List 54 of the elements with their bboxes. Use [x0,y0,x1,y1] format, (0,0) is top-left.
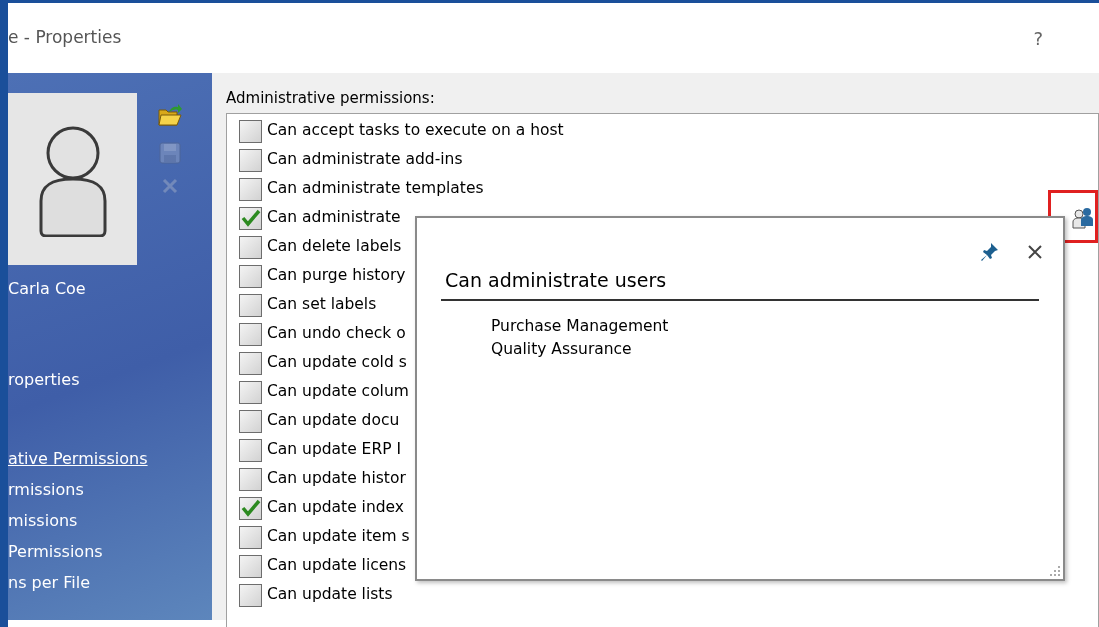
help-button[interactable]: ? [1033,24,1043,52]
permission-label: Can administrate add-ins [267,149,463,171]
checkbox[interactable] [239,554,262,578]
permission-label: Can update ERP I [267,439,402,461]
user-name: Carla Coe [8,278,86,300]
folder-icon[interactable] [157,103,183,129]
checkbox[interactable] [239,351,262,375]
permission-label: Can update colum [267,381,409,403]
permission-label: Can update lists [267,584,393,606]
pin-icon[interactable] [979,242,999,262]
checkbox[interactable] [239,525,262,549]
checkbox[interactable] [239,293,262,317]
permission-label: Can purge history [267,265,406,287]
permission-label: Can update histor [267,468,406,490]
checkbox[interactable] [239,409,262,433]
checkbox[interactable] [239,380,262,404]
sidebar-link[interactable]: roperties [8,370,80,389]
permission-label: Can set labels [267,294,377,316]
permission-label: Can update item s [267,526,410,548]
checkbox[interactable] [239,206,262,230]
checkbox[interactable] [239,322,262,346]
permission-label: Can update licens [267,555,407,577]
check-icon [240,209,261,227]
checkbox[interactable] [239,583,262,607]
permissions-label: Administrative permissions: [226,88,435,109]
permission-label: Can administrate [267,207,401,229]
window-title: e - Properties [8,26,122,50]
checkbox[interactable] [239,496,262,520]
permission-label: Can undo check o [267,323,406,345]
checkbox[interactable] [239,177,262,201]
users-icon[interactable] [1071,206,1095,230]
resize-grip-icon[interactable] [1049,565,1061,577]
close-icon[interactable] [1027,244,1043,260]
permission-label: Can accept tasks to execute on a host [267,120,564,142]
check-icon [240,499,261,517]
popup-title: Can administrate users [445,268,667,293]
group-name: Quality Assurance [491,338,632,360]
checkbox[interactable] [239,438,262,462]
sidebar-link[interactable]: ns per File [8,573,90,592]
sidebar-link[interactable]: Permissions [8,542,103,561]
group-name: Purchase Management [491,315,669,337]
permission-label: Can administrate templates [267,178,484,200]
permission-label: Can delete labels [267,236,402,258]
checkbox[interactable] [239,467,262,491]
checkbox[interactable] [239,119,262,143]
sidebar-link[interactable]: ative Permissions [8,449,148,468]
permission-label: Can update cold s [267,352,407,374]
checkbox[interactable] [239,264,262,288]
permission-label: Can update docu [267,410,400,432]
checkbox[interactable] [239,235,262,259]
sidebar-link[interactable]: missions [8,511,78,530]
sidebar-link[interactable]: rmissions [8,480,84,499]
checkbox[interactable] [239,148,262,172]
permission-label: Can update index [267,497,405,519]
